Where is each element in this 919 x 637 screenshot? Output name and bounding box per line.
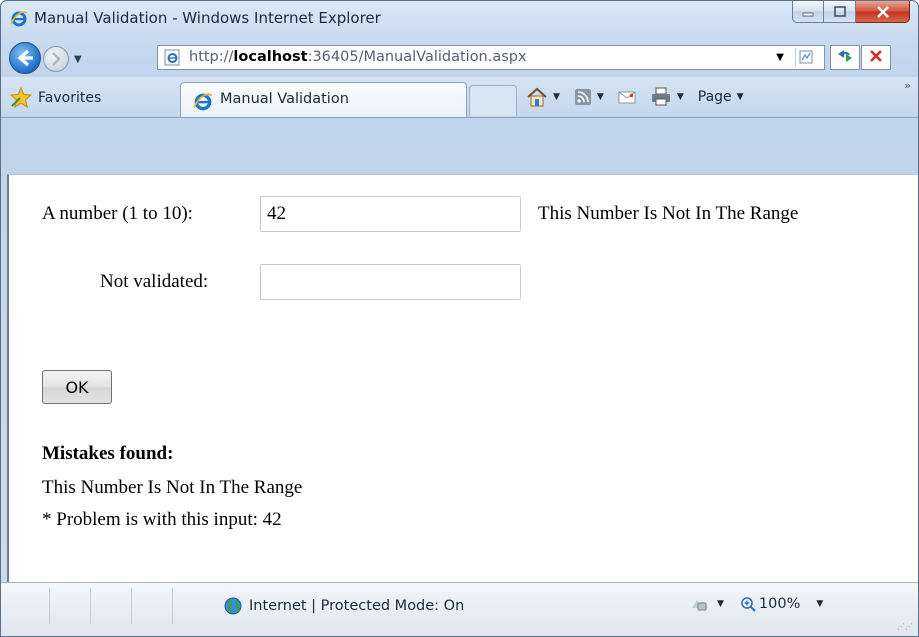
compatibility-view-button[interactable] [795,48,818,67]
page-menu-label: Page [697,89,732,105]
stop-button[interactable] [861,45,891,70]
browser-window: Manual Validation - Windows Internet Exp… [0,0,919,637]
page-icon [164,49,180,66]
protected-mode-icon[interactable] [689,594,711,614]
number-error-message: This Number Is Not In The Range [538,203,799,224]
not-validated-input[interactable] [260,264,521,300]
forward-button[interactable] [43,46,69,72]
title-bar: Manual Validation - Windows Internet Exp… [1,1,918,35]
home-dropdown-icon[interactable]: ▼ [553,92,560,102]
navigation-bar: ▼ http://localhost:36405/ManualValidatio… [1,38,918,76]
close-button[interactable] [856,1,910,23]
status-cell [132,588,173,624]
feeds-button[interactable]: ▼ [574,88,604,106]
print-button[interactable]: ▼ [650,87,684,107]
read-mail-button[interactable] [618,89,636,105]
summary-heading: Mistakes found: [42,443,174,464]
zoom-icon [741,597,756,612]
status-right: ▼ 100% ▼ [689,594,823,614]
tab-label: Manual Validation [220,91,349,107]
ok-button[interactable]: OK [42,370,112,404]
address-dropdown-icon[interactable]: ▼ [776,52,784,63]
favorites-star-icon [10,87,32,108]
number-input[interactable] [260,196,521,232]
status-bar-cells [9,588,173,624]
status-cell [50,588,91,624]
number-field-label: A number (1 to 10): [42,203,193,224]
url-text: http://localhost:36405/ManualValidation.… [189,49,527,65]
page-content: A number (1 to 10): This Number Is Not I… [7,174,918,582]
protected-mode-dropdown-icon[interactable]: ▼ [717,599,724,609]
home-icon [527,87,547,107]
favorites-label: Favorites [38,89,102,106]
page-dropdown-icon: ▼ [736,92,744,102]
favorites-button[interactable]: Favorites [10,87,101,108]
feeds-dropdown-icon[interactable]: ▼ [597,92,604,102]
window-title: Manual Validation - Windows Internet Exp… [34,9,381,27]
printer-icon [651,87,670,106]
print-dropdown-icon[interactable]: ▼ [677,92,684,102]
rss-feed-icon [574,89,591,105]
minimize-button[interactable] [792,1,824,23]
close-icon [876,5,889,18]
ie-logo-icon [10,11,28,27]
internet-globe-icon [224,597,242,615]
zone-label: Internet | Protected Mode: On [249,598,465,614]
status-cell [91,588,132,624]
stop-icon [870,50,882,62]
status-cell [9,588,50,624]
recent-pages-dropdown-icon[interactable]: ▼ [74,54,82,65]
minimize-icon [802,12,814,16]
back-arrow-icon [17,49,33,67]
zoom-level[interactable]: 100% [759,596,800,612]
mail-icon [618,91,636,104]
back-button[interactable] [9,42,41,74]
refresh-button[interactable] [830,45,860,70]
maximize-icon [833,6,846,17]
summary-detail: * Problem is with this input: 42 [42,509,282,530]
new-tab-button[interactable] [469,85,517,116]
refresh-icon [838,50,852,62]
compatibility-view-icon [799,50,813,64]
forward-arrow-icon [52,52,61,66]
status-bar: Internet | Protected Mode: On ▼ 100% ▼ ⋰… [1,582,918,636]
toolbar-overflow-chevron-icon[interactable]: » [904,79,911,92]
maximize-button[interactable] [824,1,856,23]
window-controls [792,1,910,23]
tab-bar: Favorites Manual Validation ▼ ▼ ▼ Page ▼… [1,77,918,118]
security-zone[interactable]: Internet | Protected Mode: On [223,596,464,616]
summary-message: This Number Is Not In The Range [42,477,303,498]
page-menu-button[interactable]: Page ▼ [698,89,744,105]
home-button[interactable]: ▼ [526,87,560,107]
command-bar: ▼ ▼ ▼ Page ▼ [526,83,744,111]
tab-manual-validation[interactable]: Manual Validation [180,82,467,117]
resize-grip-icon[interactable]: ⋰⋰ [897,622,913,631]
not-validated-label: Not validated: [100,271,209,292]
zoom-dropdown-icon[interactable]: ▼ [816,599,823,609]
address-bar[interactable]: http://localhost:36405/ManualValidation.… [157,45,825,70]
ie-logo-icon [193,93,213,111]
